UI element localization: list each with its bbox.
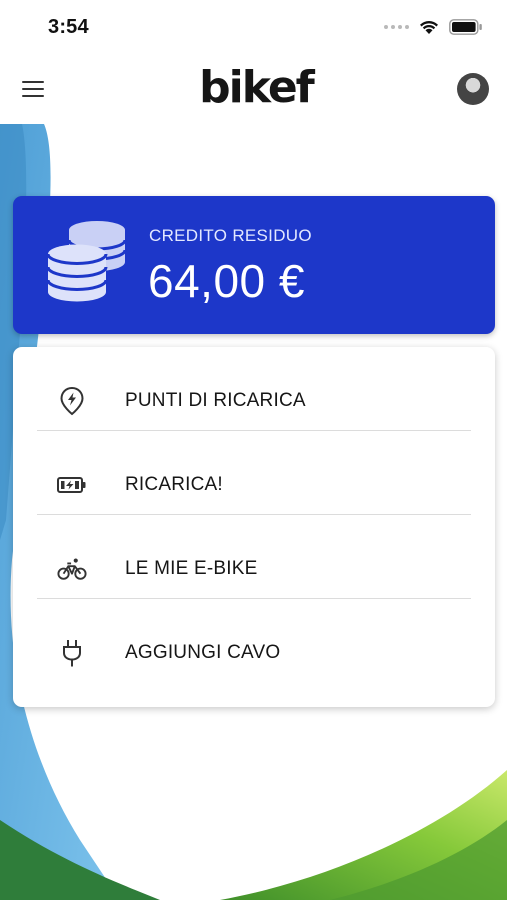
menu-item-label: LE MIE E-BIKE bbox=[125, 558, 258, 579]
menu-divider bbox=[37, 430, 471, 431]
main-menu-card: PUNTI DI RICARICA RICARICA! LE MIE E-BIK… bbox=[13, 347, 495, 707]
charging-location-pin-icon bbox=[57, 386, 87, 416]
user-avatar[interactable] bbox=[457, 73, 489, 105]
credit-amount: 64,00 € bbox=[148, 255, 305, 307]
battery-icon bbox=[449, 19, 482, 35]
credit-label: CREDITO RESIDUO bbox=[149, 226, 312, 245]
menu-item-aggiungi-cavo[interactable]: AGGIUNGI CAVO bbox=[37, 611, 471, 695]
app-logo: bikef bbox=[196, 63, 316, 113]
status-time: 3:54 bbox=[48, 16, 89, 38]
status-bar: 3:54 bbox=[0, 0, 507, 56]
bicycle-icon bbox=[57, 554, 87, 584]
signal-dots-icon bbox=[384, 25, 409, 29]
menu-item-label: PUNTI DI RICARICA bbox=[125, 390, 306, 411]
logo-text: bikef bbox=[199, 62, 315, 113]
menu-item-label: AGGIUNGI CAVO bbox=[125, 642, 281, 663]
status-icons bbox=[384, 19, 483, 35]
hamburger-menu-icon[interactable] bbox=[22, 76, 48, 102]
menu-divider bbox=[37, 514, 471, 515]
battery-charging-icon bbox=[57, 470, 87, 500]
plug-icon bbox=[57, 638, 87, 668]
app-header: bikef bbox=[0, 60, 507, 120]
menu-item-label: RICARICA! bbox=[125, 474, 223, 495]
wifi-icon bbox=[420, 21, 438, 34]
credit-card: CREDITO RESIDUO 64,00 € bbox=[13, 196, 495, 334]
menu-divider bbox=[37, 598, 471, 599]
coins-icon bbox=[47, 221, 127, 302]
